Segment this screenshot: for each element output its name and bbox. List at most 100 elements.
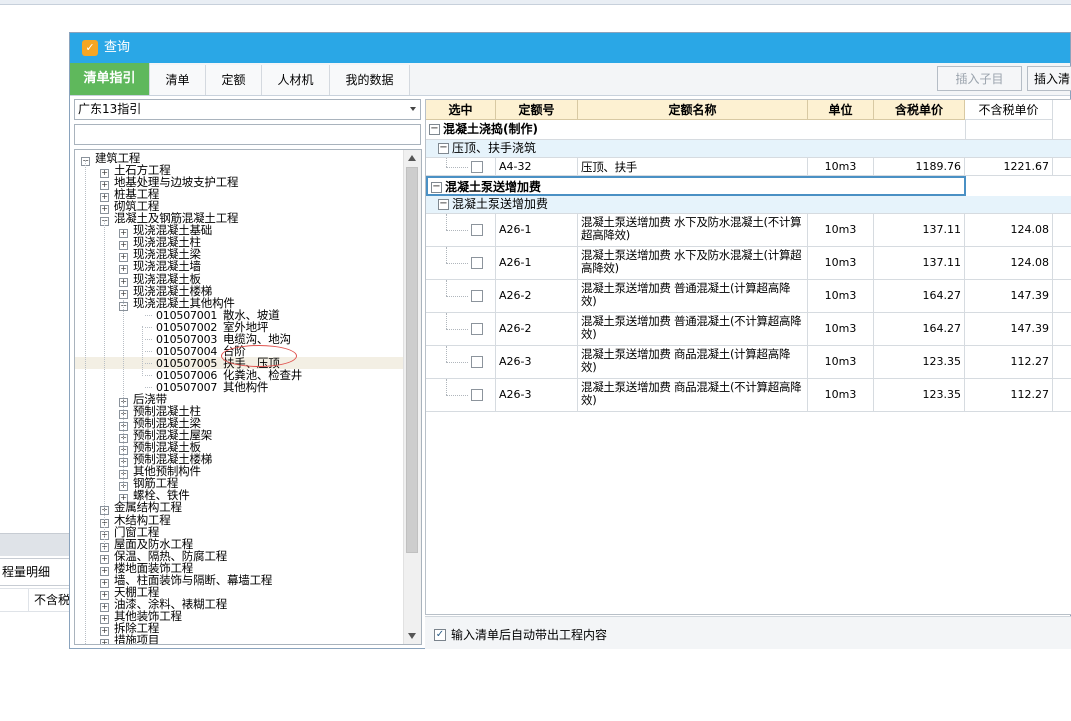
subgroup-row[interactable]: − 混凝土泵送增加费 — [426, 196, 1071, 214]
row-checkbox[interactable] — [471, 389, 483, 401]
quota-row[interactable]: A4-32 压顶、扶手 10m3 1189.76 1221.67 — [426, 158, 1071, 176]
select-cell[interactable] — [426, 313, 496, 345]
col-header-unit[interactable]: 单位 — [808, 100, 874, 120]
code-cell: A26-3 — [496, 346, 578, 378]
row-connector — [446, 313, 447, 329]
group-price-cell — [965, 120, 1053, 139]
row-connector — [446, 214, 447, 230]
select-cell[interactable] — [426, 158, 496, 175]
group-row[interactable]: − 混凝土浇捣(制作) — [426, 120, 1071, 140]
row-checkbox[interactable] — [471, 356, 483, 368]
quota-row[interactable]: A26-2 混凝土泵送增加费 普通混凝土(不计算超高降效) 10m3 164.27 14… — [426, 313, 1071, 346]
quota-row[interactable]: A26-1 混凝土泵送增加费 水下及防水混凝土(计算超高降效) 10m3 137.11… — [426, 247, 1071, 280]
auto-bring-checkbox[interactable]: ✓ — [434, 629, 446, 641]
group-title: 混凝土泵送增加费 — [445, 180, 542, 194]
collapse-icon[interactable]: − — [429, 124, 440, 135]
quota-unit: 10m3 — [824, 289, 857, 302]
collapse-icon[interactable]: − — [431, 182, 442, 193]
price-notax-cell: 112.27 — [965, 379, 1053, 411]
unit-cell: 10m3 — [808, 280, 874, 312]
tree-connector — [145, 350, 152, 352]
quota-code: A26-3 — [499, 355, 532, 368]
insert-child-button[interactable]: 插入子目 — [937, 66, 1022, 91]
row-checkbox[interactable] — [471, 257, 483, 269]
unit-cell: 10m3 — [808, 379, 874, 411]
scroll-down-icon[interactable] — [404, 628, 421, 644]
row-checkbox[interactable] — [471, 224, 483, 236]
tab-list[interactable]: 清单 — [150, 65, 206, 95]
quota-row[interactable]: A26-3 混凝土泵送增加费 商品混凝土(计算超高降效) 10m3 123.35 112… — [426, 346, 1071, 379]
row-connector — [446, 280, 447, 296]
subgroup-title: 压顶、扶手浇筑 — [452, 141, 537, 155]
tab-bar: 清单指引 清单 定额 人材机 我的数据 插入子目 插入清 — [70, 63, 1071, 96]
price-notax-cell: 124.08 — [965, 214, 1053, 246]
quota-price-tax: 164.27 — [922, 289, 962, 302]
tab-my-data[interactable]: 我的数据 — [330, 65, 410, 95]
quota-price-notax: 147.39 — [1010, 322, 1050, 335]
tree-node[interactable]: 措施项目 — [100, 634, 159, 644]
auto-bring-label: 输入清单后自动带出工程内容 — [451, 628, 608, 642]
unit-cell: 10m3 — [808, 346, 874, 378]
quota-row[interactable]: A26-2 混凝土泵送增加费 普通混凝土(计算超高降效) 10m3 164.27 147… — [426, 280, 1071, 313]
select-cell[interactable] — [426, 346, 496, 378]
scroll-up-icon[interactable] — [404, 150, 421, 166]
subgroup-title: 混凝土泵送增加费 — [452, 197, 549, 211]
price-notax-cell: 147.39 — [965, 313, 1053, 345]
background-header-label: 不含税 — [34, 593, 71, 607]
tab-list-guide[interactable]: 清单指引 — [70, 63, 150, 95]
select-cell[interactable] — [426, 214, 496, 246]
price-tax-cell: 123.35 — [874, 346, 965, 378]
region-select[interactable]: 广东13指引 — [74, 99, 421, 120]
insert-list-button[interactable]: 插入清 — [1027, 66, 1071, 91]
dialog-title: 查询 — [104, 40, 131, 55]
quota-name: 混凝土泵送增加费 商品混凝土(计算超高降效) — [581, 347, 791, 374]
tab-quota[interactable]: 定额 — [206, 65, 262, 95]
col-header-price-notax[interactable]: 不含税单价 — [965, 100, 1053, 120]
quota-row[interactable]: A26-3 混凝土泵送增加费 商品混凝土(不计算超高降效) 10m3 123.35 11… — [426, 379, 1071, 412]
code-cell: A26-3 — [496, 379, 578, 411]
name-cell: 混凝土泵送增加费 水下及防水混凝土(计算超高降效) — [578, 247, 808, 279]
tree-node[interactable]: 现浇混凝土其他构件 — [119, 295, 235, 311]
collapse-icon[interactable]: − — [438, 199, 449, 210]
price-notax-cell: 124.08 — [965, 247, 1053, 279]
price-notax-cell: 1221.67 — [965, 158, 1053, 175]
select-cell[interactable] — [426, 247, 496, 279]
dialog-titlebar[interactable]: ✓ 查询 — [70, 33, 1070, 63]
chevron-down-icon — [410, 107, 416, 111]
tree-guide-line — [123, 300, 124, 486]
col-header-select[interactable]: 选中 — [426, 100, 496, 120]
quota-name: 压顶、扶手 — [581, 160, 637, 174]
tree-guide-line — [104, 220, 105, 550]
tab-labor-material-machine[interactable]: 人材机 — [262, 65, 330, 95]
row-checkbox[interactable] — [471, 161, 483, 173]
quota-row[interactable]: A26-1 混凝土泵送增加费 水下及防水混凝土(不计算超高降效) 10m3 137.1… — [426, 214, 1071, 247]
subgroup-row[interactable]: − 压顶、扶手浇筑 — [426, 140, 1071, 158]
tree-node[interactable]: 010507003 电缆沟、地沟 — [145, 333, 291, 345]
row-connector — [446, 263, 468, 264]
row-checkbox[interactable] — [471, 323, 483, 335]
row-connector — [446, 296, 468, 297]
col-header-price-tax[interactable]: 含税单价 — [874, 100, 965, 120]
row-connector — [446, 346, 447, 362]
tree-node-label: 现浇混凝土其他构件 — [133, 295, 235, 310]
tree-scrollbar[interactable] — [403, 150, 421, 644]
quota-name: 混凝土泵送增加费 普通混凝土(计算超高降效) — [581, 281, 791, 308]
expand-icon[interactable] — [100, 639, 109, 644]
quota-price-notax: 112.27 — [1010, 355, 1050, 368]
collapse-icon[interactable]: − — [438, 143, 449, 154]
select-cell[interactable] — [426, 379, 496, 411]
tree-connector — [145, 362, 152, 364]
col-header-name[interactable]: 定额名称 — [578, 100, 808, 120]
row-connector — [446, 167, 468, 168]
scroll-thumb[interactable] — [406, 167, 418, 553]
select-cell[interactable] — [426, 280, 496, 312]
name-cell: 混凝土泵送增加费 水下及防水混凝土(不计算超高降效) — [578, 214, 808, 246]
col-header-code[interactable]: 定额号 — [496, 100, 578, 120]
quota-price-notax: 124.08 — [1010, 256, 1050, 269]
quota-unit: 10m3 — [824, 256, 857, 269]
dialog-footer: ✓ 输入清单后自动带出工程内容 — [425, 616, 1071, 649]
background-tab-quantity-detail[interactable]: 程量明细 — [0, 558, 71, 586]
group-row[interactable]: − 混凝土泵送增加费 — [426, 176, 966, 196]
row-checkbox[interactable] — [471, 290, 483, 302]
search-input[interactable] — [74, 124, 421, 145]
